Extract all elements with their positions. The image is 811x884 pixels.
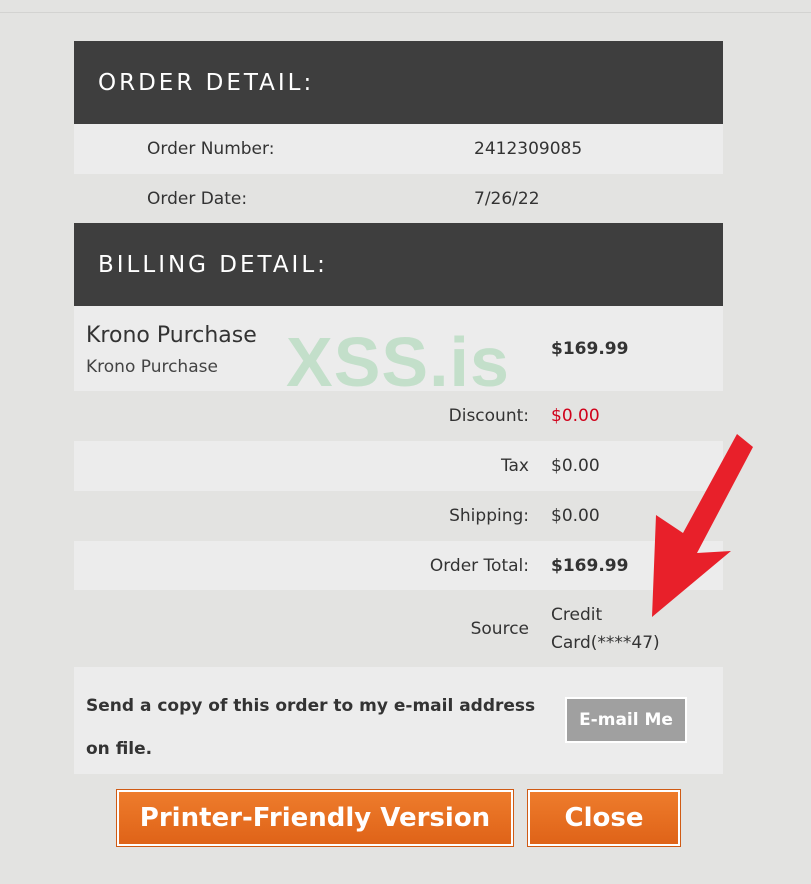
order-number-row: Order Number: 2412309085: [74, 124, 723, 174]
top-divider: [0, 12, 811, 13]
order-date-value: 7/26/22: [474, 188, 540, 209]
tax-value: $0.00: [551, 456, 600, 476]
billing-detail-title: BILLING DETAIL:: [98, 251, 328, 278]
order-total-value: $169.99: [551, 555, 629, 576]
order-date-row: Order Date: 7/26/22: [74, 174, 723, 223]
email-copy-section: Send a copy of this order to my e-mail a…: [74, 667, 723, 774]
source-row: Source Credit Card(****47): [74, 590, 723, 667]
source-value-line2: Card(****47): [551, 632, 660, 653]
item-name: Krono Purchase: [86, 323, 257, 348]
order-detail-header: ORDER DETAIL:: [74, 41, 723, 124]
watermark-logo: XSS.is: [286, 323, 510, 401]
source-value-line1: Credit: [551, 604, 603, 625]
discount-label: Discount:: [448, 406, 529, 426]
email-copy-text-line2: on file.: [86, 739, 153, 759]
email-me-button[interactable]: E-mail Me: [565, 697, 687, 743]
email-copy-text: Send a copy of this order to my e-mail a…: [86, 685, 535, 771]
shipping-row: Shipping: $0.00: [74, 491, 723, 541]
tax-row: Tax $0.00: [74, 441, 723, 491]
discount-row: Discount: $0.00: [74, 391, 723, 441]
order-date-label: Order Date:: [147, 188, 248, 209]
shipping-label: Shipping:: [449, 506, 529, 526]
source-label: Source: [470, 618, 529, 639]
billing-detail-header: BILLING DETAIL:: [74, 223, 723, 306]
item-description: Krono Purchase: [86, 357, 218, 377]
tax-label: Tax: [500, 456, 529, 476]
source-value: Credit Card(****47): [551, 601, 660, 657]
discount-value: $0.00: [551, 406, 600, 426]
order-number-value: 2412309085: [474, 139, 583, 159]
close-button[interactable]: Close: [528, 790, 680, 846]
item-price: $169.99: [551, 338, 629, 359]
order-number-label: Order Number:: [147, 139, 275, 159]
order-total-label: Order Total:: [429, 555, 529, 576]
order-total-row: Order Total: $169.99: [74, 541, 723, 590]
email-copy-text-line1: Send a copy of this order to my e-mail a…: [86, 696, 536, 716]
order-detail-title: ORDER DETAIL:: [98, 69, 315, 96]
shipping-value: $0.00: [551, 506, 600, 526]
printer-friendly-button[interactable]: Printer-Friendly Version: [117, 790, 513, 846]
